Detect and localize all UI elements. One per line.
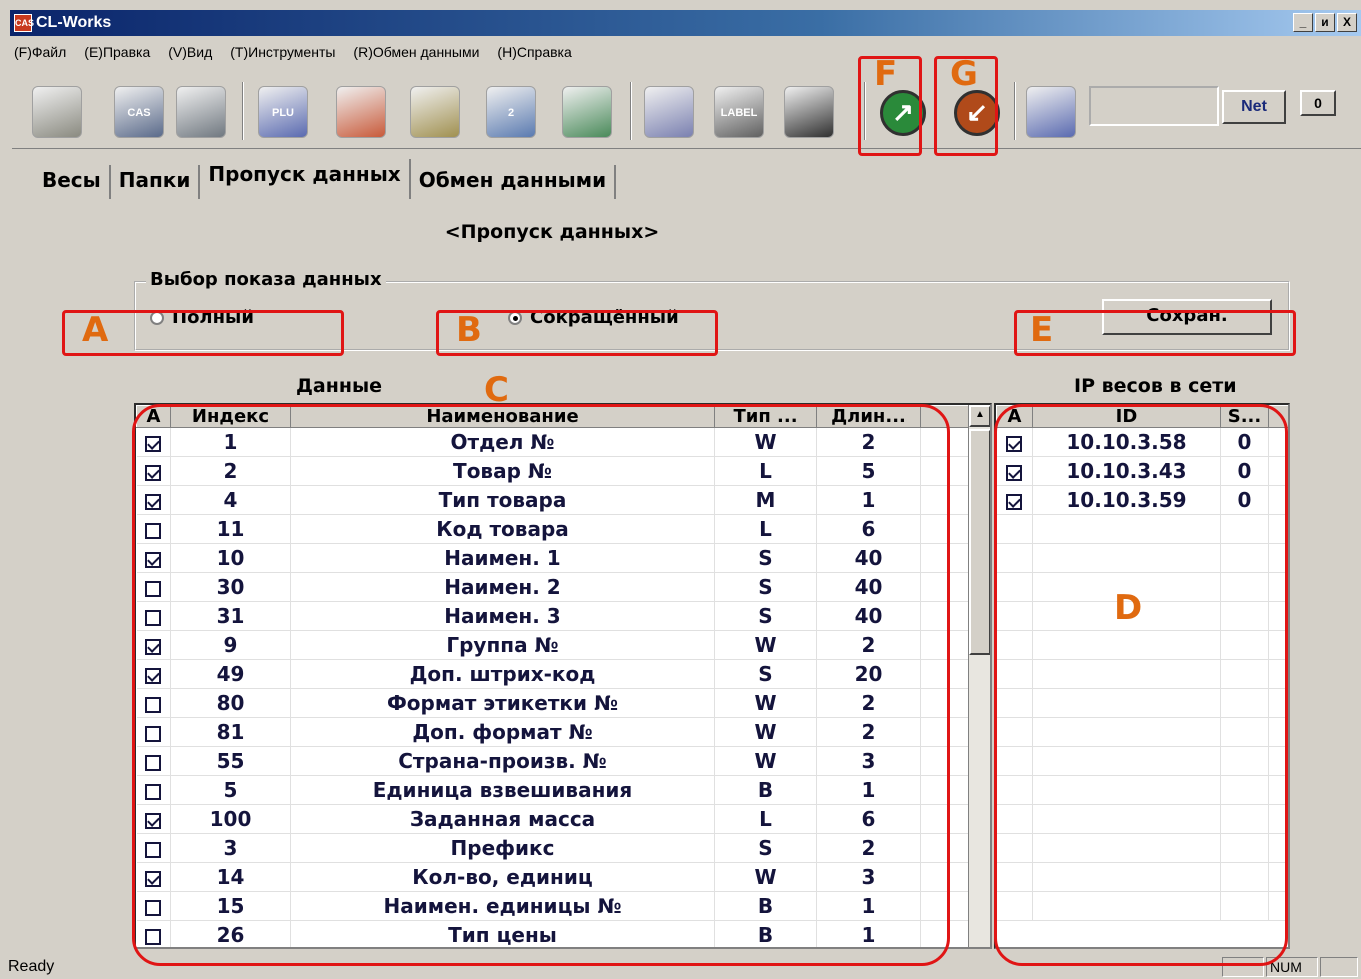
annotation-label-a: A [82, 310, 109, 350]
printer-icon[interactable] [176, 86, 226, 138]
menu-edit[interactable]: (E)Правка [84, 44, 150, 68]
net-count-badge: 0 [1300, 90, 1336, 116]
toolbar-separator [242, 82, 244, 140]
list-data-icon[interactable] [644, 86, 694, 138]
annotation-box-d [994, 404, 1288, 966]
data-panel-title: Данные [296, 375, 383, 397]
scroll-up-arrow[interactable]: ▲ [969, 405, 990, 427]
save-disk-icon[interactable]: CAS [114, 86, 164, 138]
annotation-label-g: G [950, 54, 978, 94]
network-people-icon[interactable] [562, 86, 612, 138]
status-text: Ready [8, 958, 55, 975]
annotation-box-e [1014, 310, 1296, 356]
display-mode-legend: Выбор показа данных [146, 269, 386, 290]
close-button[interactable]: X [1337, 13, 1357, 32]
tools-icon[interactable] [1026, 86, 1076, 138]
tab-strip: Весы Папки Пропуск данных Обмен данными [34, 159, 617, 199]
tab-data-exchange[interactable]: Обмен данными [411, 165, 617, 199]
maximize-button[interactable]: и [1315, 13, 1335, 32]
minimize-button[interactable]: _ [1293, 13, 1313, 32]
window-title: CL-Works [36, 14, 112, 31]
toolbar-separator [1014, 82, 1016, 140]
plu-icon[interactable]: PLU [258, 86, 308, 138]
annotation-label-e: E [1030, 310, 1054, 350]
page-title: <Пропуск данных> [444, 221, 660, 243]
data-grid-scrollbar[interactable]: ▲ [968, 405, 990, 947]
star-icon[interactable] [336, 86, 386, 138]
annotation-label-c: C [484, 370, 509, 410]
menu-help[interactable]: (H)Справка [497, 44, 571, 68]
ip-panel-title: IP весов в сети [1074, 375, 1237, 397]
tab-data-skip[interactable]: Пропуск данных [200, 159, 411, 199]
annotation-label-d: D [1114, 588, 1143, 628]
net-address-input[interactable] [1089, 86, 1219, 126]
menu-bar: (F)Файл (E)Правка (V)Вид (T)Инструменты … [14, 44, 572, 68]
annotation-label-f: F [874, 54, 898, 94]
annotation-box-c [132, 404, 950, 966]
menu-data-exchange[interactable]: (R)Обмен данными [353, 44, 479, 68]
toolbar: Net 0 CAS PLU 2 LABEL ↗ ↙ [14, 72, 1361, 150]
scale-data-icon[interactable] [410, 86, 460, 138]
label-icon[interactable]: LABEL [714, 86, 764, 138]
title-bar: CAS CL-Works _ и X [10, 10, 1361, 36]
tab-folders[interactable]: Папки [111, 165, 201, 199]
annotation-label-b: B [456, 310, 482, 350]
scroll-thumb[interactable] [969, 429, 990, 655]
scale-2-icon[interactable]: 2 [486, 86, 536, 138]
menu-tools[interactable]: (T)Инструменты [230, 44, 335, 68]
folder-icon[interactable] [32, 86, 82, 138]
toolbar-separator [630, 82, 632, 140]
status-pane-extra [1320, 957, 1358, 977]
menu-view[interactable]: (V)Вид [168, 44, 212, 68]
app-icon: CAS [14, 14, 34, 32]
tab-scales[interactable]: Весы [34, 165, 111, 199]
menu-file[interactable]: (F)Файл [14, 44, 66, 68]
net-button[interactable]: Net [1222, 90, 1286, 124]
keyboard-icon[interactable] [784, 86, 834, 138]
